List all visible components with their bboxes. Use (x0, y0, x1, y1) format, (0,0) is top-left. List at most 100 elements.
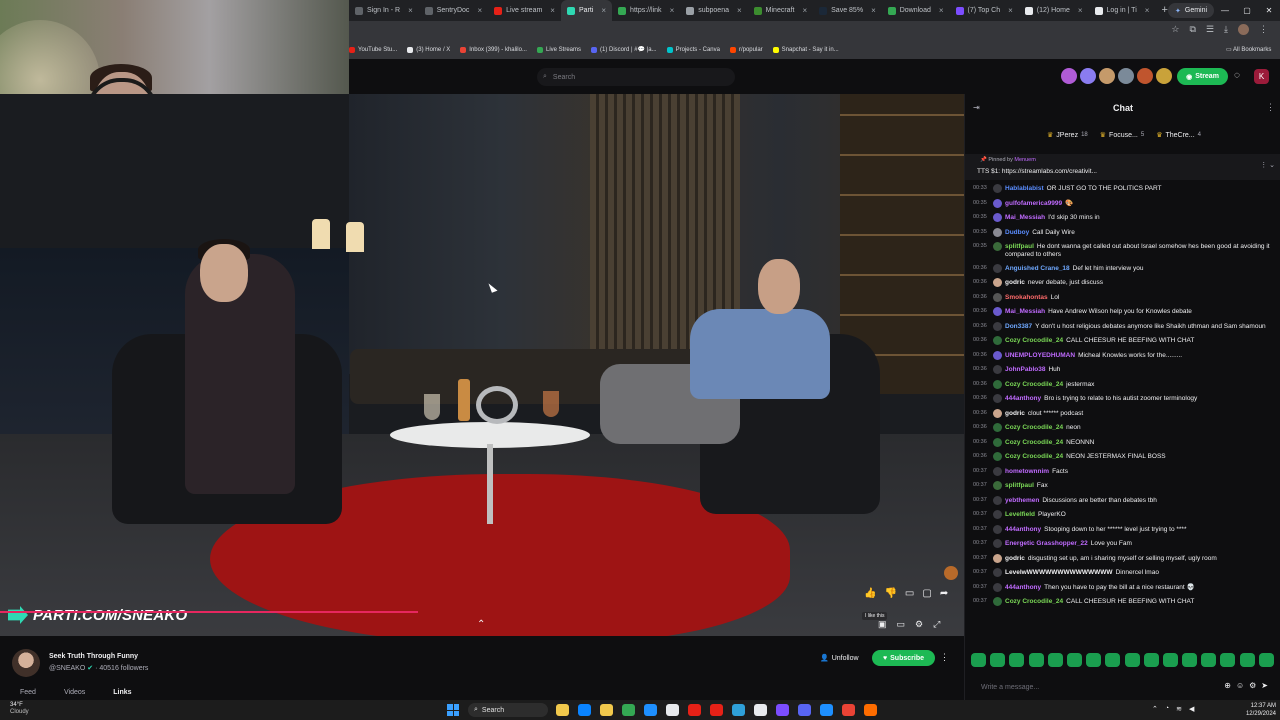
speaker-icon[interactable]: ◀ (1189, 705, 1194, 713)
chat-username[interactable]: Energetic Grasshopper_22 (1005, 540, 1088, 547)
fullscreen-icon[interactable]: ⤢ (933, 619, 940, 630)
close-tab-icon[interactable]: × (802, 6, 807, 15)
chat-user-avatar[interactable] (993, 227, 1002, 237)
chat-username[interactable]: godric (1005, 555, 1025, 562)
chat-user-avatar[interactable] (993, 263, 1002, 273)
chat-username[interactable]: Cozy Crocodile_24 (1005, 439, 1063, 446)
chat-user-avatar[interactable] (993, 350, 1002, 360)
chat-user-avatar[interactable] (993, 321, 1002, 331)
top-chatter[interactable]: ♛ Focuse... 5 (1100, 131, 1144, 140)
wifi-icon[interactable]: ≋ (1176, 705, 1182, 713)
close-tab-icon[interactable]: × (550, 6, 555, 15)
taskbar-app-icon[interactable] (556, 704, 569, 716)
taskbar-app-icon[interactable] (644, 704, 657, 716)
taskbar-app-icon[interactable] (798, 704, 811, 716)
bookmark-item[interactable]: Live Streams (536, 46, 581, 53)
chat-username[interactable]: Cozy Crocodile_24 (1005, 381, 1063, 388)
share-icon[interactable]: ➦ (940, 588, 948, 599)
chat-username[interactable]: Dudboy (1005, 229, 1029, 236)
chat-username[interactable]: hometownnim (1005, 468, 1049, 475)
creator-avatar[interactable] (1156, 68, 1172, 84)
close-window-icon[interactable]: ✕ (1258, 0, 1280, 21)
network-icon[interactable]: ◔ (1165, 705, 1169, 713)
close-tab-icon[interactable]: × (477, 6, 482, 15)
chat-user-avatar[interactable] (993, 394, 1002, 404)
chat-user-avatar[interactable] (993, 423, 1002, 433)
browser-tab[interactable]: Parti × (560, 0, 613, 21)
emote-icon[interactable] (1124, 653, 1140, 667)
maximize-icon[interactable]: ▢ (1236, 0, 1258, 21)
stream-button[interactable]: ◉ Stream (1177, 68, 1228, 85)
chat-username[interactable]: Cozy Crocodile_24 (1005, 598, 1063, 605)
browser-tab[interactable]: Save 85% × (813, 0, 882, 21)
chat-username[interactable]: Don3387 (1005, 323, 1032, 330)
close-tab-icon[interactable]: × (1008, 6, 1013, 15)
clock[interactable]: 12:37 AM 12/29/2024 (1236, 702, 1276, 718)
taskbar-app-icon[interactable] (666, 704, 679, 716)
chat-username[interactable]: 444anthony (1005, 395, 1041, 402)
bookmark-item[interactable]: Inbox (399) - khalilo... (460, 46, 527, 53)
creator-avatar[interactable] (1080, 68, 1096, 84)
emote-icon[interactable] (971, 653, 986, 667)
chat-username[interactable]: Cozy Crocodile_24 (1005, 453, 1063, 460)
emote-icon[interactable] (1162, 653, 1178, 667)
chat-user-avatar[interactable] (993, 278, 1002, 288)
gemini-button[interactable]: ✦ Gemini (1168, 3, 1215, 18)
subscribe-button[interactable]: ♥ Subscribe (872, 650, 935, 666)
chat-username[interactable]: Hablablabist (1005, 185, 1044, 192)
chat-user-avatar[interactable] (993, 481, 1002, 491)
like-icon[interactable]: 👍 (864, 588, 876, 599)
taskbar-search[interactable]: ⌕ Search (468, 703, 548, 717)
bookmark-item[interactable]: r/popular (729, 46, 763, 53)
emote-icon[interactable] (1143, 653, 1159, 667)
chat-user-avatar[interactable] (993, 466, 1002, 476)
unfollow-button[interactable]: 👤 Unfollow (814, 650, 865, 666)
chat-username[interactable]: gulfofamerica9999 (1005, 200, 1062, 207)
reaction-icon[interactable] (944, 566, 958, 580)
chat-username[interactable]: splitfpaul (1005, 482, 1034, 489)
chat-username[interactable]: 444anthony (1005, 526, 1041, 533)
emote-icon[interactable] (1066, 653, 1082, 667)
chat-user-avatar[interactable] (993, 495, 1002, 505)
emote-icon[interactable] (1201, 653, 1217, 667)
chat-user-avatar[interactable] (993, 198, 1002, 208)
search-input[interactable]: ⌕ Search (537, 68, 735, 86)
taskbar-app-icon[interactable] (600, 704, 613, 716)
close-tab-icon[interactable]: × (408, 6, 413, 15)
bookmark-star-icon[interactable]: ☆ (1171, 24, 1179, 35)
taskbar-app-icon[interactable] (754, 704, 767, 716)
bookmark-item[interactable]: YouTube Stu... (349, 46, 397, 53)
close-tab-icon[interactable]: × (1078, 6, 1083, 15)
bookmark-item[interactable]: (3) Home / X (407, 46, 450, 53)
chevron-up-icon[interactable]: ⌃ (1152, 705, 1158, 713)
channel-handle[interactable]: @SNEAKO (49, 665, 85, 672)
taskbar-app-icon[interactable] (776, 704, 789, 716)
chat-username[interactable]: godric (1005, 279, 1025, 286)
browser-tab[interactable]: Live stream × (488, 0, 561, 21)
close-tab-icon[interactable]: × (871, 6, 876, 15)
emote-icon[interactable] (1220, 653, 1236, 667)
chat-username[interactable]: Mai_Messiah (1005, 308, 1045, 315)
chat-username[interactable]: Smokahontas (1005, 294, 1048, 301)
pinned-options-icon[interactable]: ⋮ ⌄ (1260, 161, 1275, 169)
minimize-icon[interactable]: — (1214, 0, 1236, 21)
downloads-icon[interactable]: ⤓ (1224, 24, 1228, 35)
chat-user-avatar[interactable] (993, 510, 1002, 520)
creator-avatar[interactable] (1061, 68, 1077, 84)
pip-icon[interactable]: ▣ (878, 619, 887, 630)
chat-user-avatar[interactable] (993, 597, 1002, 607)
chat-user-avatar[interactable] (993, 365, 1002, 375)
emote-icon[interactable] (1105, 653, 1121, 667)
chat-username[interactable]: 444anthony (1005, 584, 1041, 591)
emote-icon[interactable] (1028, 653, 1044, 667)
emote-icon[interactable] (990, 653, 1006, 667)
chat-bubble-icon[interactable]: ▢ (922, 588, 931, 599)
creator-avatar[interactable] (1137, 68, 1153, 84)
emote-icon[interactable] (1239, 653, 1255, 667)
chat-user-avatar[interactable] (993, 213, 1002, 222)
taskbar-app-icon[interactable] (578, 704, 591, 716)
emoji-icon[interactable]: ☺ (1236, 681, 1244, 690)
more-options-icon[interactable]: ⋮ (940, 652, 949, 663)
user-avatar[interactable]: K (1254, 69, 1269, 84)
chat-user-avatar[interactable] (993, 292, 1002, 302)
